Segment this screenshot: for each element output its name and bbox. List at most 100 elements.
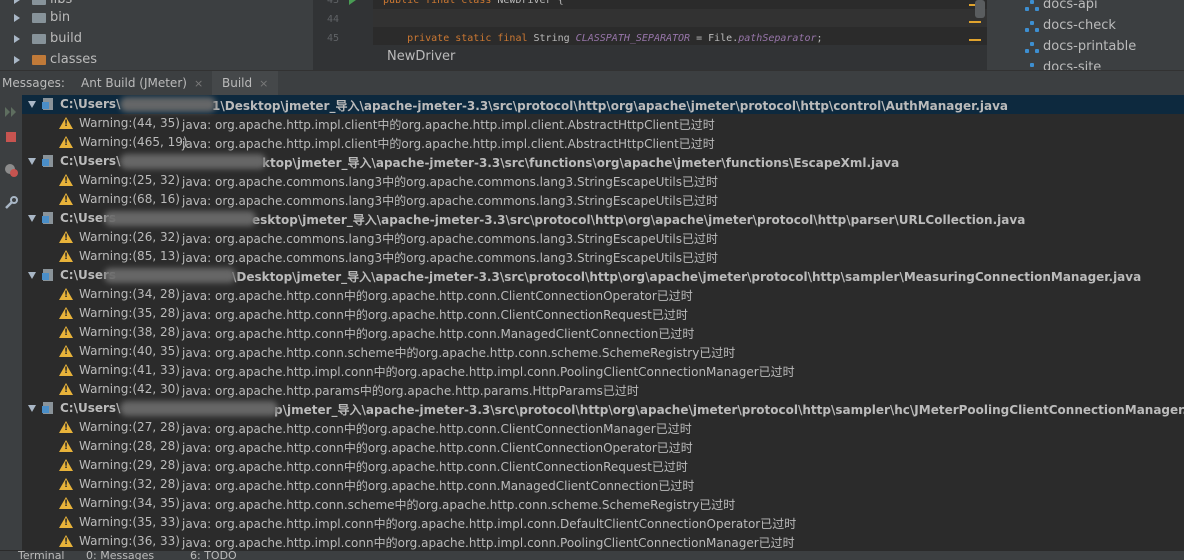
warning-row[interactable]: Warning:(85, 13)java: org.apache.commons… xyxy=(22,247,1184,266)
warning-icon xyxy=(59,193,73,205)
code-editor[interactable]: 43 44 45 public final class NewDriver { … xyxy=(313,0,987,70)
warning-row[interactable]: Warning:(27, 28)java: org.apache.http.co… xyxy=(22,418,1184,437)
warning-location: Warning:(34, 35) xyxy=(79,496,180,510)
warning-icon xyxy=(59,478,73,490)
warning-row[interactable]: Warning:(28, 28)java: org.apache.http.co… xyxy=(22,437,1184,456)
close-icon[interactable]: × xyxy=(194,77,203,90)
file-group-row[interactable]: C:\Users\ 1\Desktop\jmeter_导入\apache-jmet… xyxy=(22,95,1184,114)
warning-icon xyxy=(59,250,73,262)
settings-wrench-icon[interactable] xyxy=(3,195,19,211)
warning-row[interactable]: Warning:(29, 28)java: org.apache.http.co… xyxy=(22,456,1184,475)
java-file-icon xyxy=(42,155,54,167)
breadcrumb-label[interactable]: NewDriver xyxy=(387,49,455,64)
messages-caption: Messages: xyxy=(2,76,65,90)
breadcrumb[interactable]: NewDriver xyxy=(373,45,987,70)
warning-row[interactable]: Warning:(35, 33)java: org.apache.http.im… xyxy=(22,513,1184,532)
bottom-tool-strip: Terminal 0: Messages 6: TODO xyxy=(0,550,1184,560)
module-item-docs-api[interactable]: docs-api xyxy=(987,0,1184,16)
warning-icon xyxy=(59,440,73,452)
editor-scrollbar-thumb[interactable] xyxy=(975,0,985,18)
warning-row[interactable]: Warning:(42, 30)java: org.apache.http.pa… xyxy=(22,380,1184,399)
line-number: 43 xyxy=(327,0,340,6)
rerun-icon[interactable] xyxy=(3,104,19,120)
bottom-tab-terminal[interactable]: Terminal xyxy=(18,551,65,560)
tab-label: Build xyxy=(222,76,253,90)
module-item-docs-site[interactable]: docs-site xyxy=(987,58,1184,70)
expand-arrow-icon[interactable] xyxy=(14,56,20,64)
warning-row[interactable]: Warning:(36, 33)java: org.apache.http.im… xyxy=(22,532,1184,550)
warning-row[interactable]: Warning:(35, 28)java: org.apache.http.co… xyxy=(22,304,1184,323)
warning-row[interactable]: Warning:(68, 16)java: org.apache.commons… xyxy=(22,190,1184,209)
warning-row[interactable]: Warning:(26, 32)java: org.apache.commons… xyxy=(22,228,1184,247)
warning-location: Warning:(25, 32) xyxy=(79,173,180,187)
top-area: libs bin build classes 43 44 45 public f… xyxy=(0,0,1184,70)
warning-row[interactable]: Warning:(38, 28)java: org.apache.http.co… xyxy=(22,323,1184,342)
redacted-username-blur xyxy=(120,97,216,112)
warning-row[interactable]: Warning:(465, 19) java: org.apache.http.… xyxy=(22,133,1184,152)
messages-tabbar: Messages: Ant Build (JMeter) × Build × xyxy=(0,70,1184,95)
warning-message: java: org.apache.http.conn中的org.apache.h… xyxy=(182,479,695,493)
tree-item-build[interactable]: build xyxy=(0,28,313,49)
warning-stripe-mark[interactable] xyxy=(969,39,981,41)
tree-item-classes[interactable]: classes xyxy=(0,49,313,70)
warning-icon xyxy=(59,345,73,357)
warning-message: java: org.apache.http.conn中的org.apache.h… xyxy=(182,327,695,341)
warning-row[interactable]: Warning:(32, 28)java: org.apache.http.co… xyxy=(22,475,1184,494)
warning-message: java: org.apache.http.conn.scheme中的org.a… xyxy=(182,498,736,512)
redacted-username-blur xyxy=(104,268,236,283)
tree-item-bin[interactable]: bin xyxy=(0,7,313,28)
collapse-arrow-icon[interactable] xyxy=(28,215,36,222)
file-path: esktop\jmeter_导入\apache-jmeter-3.3\src\p… xyxy=(252,213,1026,227)
stop-icon[interactable] xyxy=(3,129,19,145)
warning-message: java: org.apache.http.impl.conn中的org.apa… xyxy=(182,517,797,531)
warning-message: java: org.apache.http.impl.conn中的org.apa… xyxy=(182,536,795,550)
collapse-arrow-icon[interactable] xyxy=(28,405,36,412)
bottom-tab-messages[interactable]: 0: Messages xyxy=(86,551,154,560)
collapse-arrow-icon[interactable] xyxy=(28,101,36,108)
code-token: private static final xyxy=(383,33,534,44)
file-group-row[interactable]: C:\Users \Desktop\jmeter_导入\apache-jmeter… xyxy=(22,266,1184,285)
expand-arrow-icon[interactable] xyxy=(14,35,20,43)
warning-icon xyxy=(59,459,73,471)
redacted-username-blur xyxy=(120,401,278,416)
bottom-tab-todo[interactable]: 6: TODO xyxy=(190,551,237,560)
tree-item-label: libs xyxy=(50,0,72,7)
module-item-docs-check[interactable]: docs-check xyxy=(987,16,1184,37)
code-line[interactable]: private static final String CLASSPATH_SE… xyxy=(383,33,822,44)
messages-list[interactable]: C:\Users\ 1\Desktop\jmeter_导入\apache-jmet… xyxy=(22,95,1184,550)
warning-message: java: org.apache.commons.lang3中的org.apac… xyxy=(182,175,719,189)
run-gutter-icon[interactable] xyxy=(349,0,356,5)
module-item-docs-printable[interactable]: docs-printable xyxy=(987,37,1184,58)
warning-message: java: org.apache.http.impl.client中的org.a… xyxy=(182,118,715,132)
warning-stripe-mark[interactable] xyxy=(969,21,981,23)
close-icon[interactable]: × xyxy=(259,77,268,90)
expand-arrow-icon[interactable] xyxy=(14,14,20,22)
file-path-prefix: C:\Users\ xyxy=(60,97,121,111)
warning-row[interactable]: Warning:(34, 28)java: org.apache.http.co… xyxy=(22,285,1184,304)
file-path: \Desktop\jmeter_导入\apache-jmeter-3.3\src… xyxy=(232,270,1142,284)
warning-row[interactable]: Warning:(40, 35)java: org.apache.http.co… xyxy=(22,342,1184,361)
collapse-arrow-icon[interactable] xyxy=(28,272,36,279)
warning-icon xyxy=(59,497,73,509)
java-file-icon xyxy=(42,212,54,224)
warning-message: java: org.apache.commons.lang3中的org.apac… xyxy=(182,232,719,246)
warning-location: Warning:(85, 13) xyxy=(79,249,180,263)
warning-row[interactable]: Warning:(44, 35)java: org.apache.http.im… xyxy=(22,114,1184,133)
tab-ant-build[interactable]: Ant Build (JMeter) × xyxy=(74,71,210,95)
warning-row[interactable]: Warning:(41, 33)java: org.apache.http.im… xyxy=(22,361,1184,380)
warning-icon xyxy=(59,307,73,319)
file-group-row[interactable]: C:\Users\ p\jmeter_导入\apache-jmeter-3.3\s… xyxy=(22,399,1184,418)
warning-icon xyxy=(59,383,73,395)
project-tree: libs bin build classes xyxy=(0,0,313,70)
file-group-row[interactable]: C:\Users esktop\jmeter_导入\apache-jmeter-3… xyxy=(22,209,1184,228)
tab-build[interactable]: Build × xyxy=(212,71,279,95)
warning-row[interactable]: Warning:(34, 35)java: org.apache.http.co… xyxy=(22,494,1184,513)
file-group-row[interactable]: C:\Users\ ktop\jmeter_导入\apache-jmeter-3.… xyxy=(22,152,1184,171)
error-filter-icon[interactable] xyxy=(3,162,19,178)
expand-arrow-icon[interactable] xyxy=(14,0,20,4)
warning-row[interactable]: Warning:(25, 32)java: org.apache.commons… xyxy=(22,171,1184,190)
file-path-prefix: C:\Users\ xyxy=(60,401,121,415)
line-number: 44 xyxy=(327,14,340,25)
code-line[interactable]: public final class NewDriver { xyxy=(383,0,564,6)
collapse-arrow-icon[interactable] xyxy=(28,158,36,165)
